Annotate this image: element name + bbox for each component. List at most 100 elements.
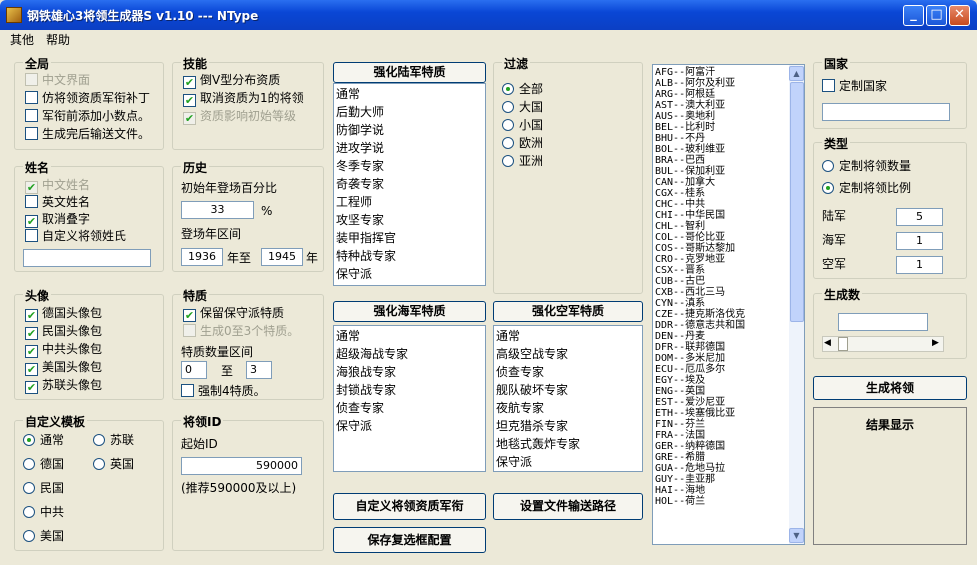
list-item[interactable]: 特种战专家 xyxy=(334,247,485,265)
list-item[interactable]: 保守派 xyxy=(494,453,642,471)
year-from-input[interactable]: 1936 xyxy=(181,248,223,266)
portrait-checkbox-2[interactable]: ✔ 中共头像包 xyxy=(25,342,102,358)
radio-dot[interactable] xyxy=(23,458,35,470)
radio-dot[interactable] xyxy=(822,182,834,194)
template-radio-r0[interactable]: 苏联 xyxy=(93,433,134,448)
year-to-input[interactable]: 1945 xyxy=(261,248,303,266)
skill-checkbox-1[interactable]: ✔ 取消资质为1的将领 xyxy=(183,91,304,107)
country-item[interactable]: CHL--智利 xyxy=(653,221,804,232)
filter-radio-3[interactable]: 欧洲 xyxy=(502,136,543,151)
navy-ratio-input[interactable]: 1 xyxy=(896,232,943,250)
template-radio-1[interactable]: 德国 xyxy=(23,457,64,472)
trait-min-input[interactable]: 0 xyxy=(181,361,207,379)
radio-dot[interactable] xyxy=(23,506,35,518)
radio-dot[interactable] xyxy=(822,160,834,172)
type-radio-1[interactable]: 定制将领比例 xyxy=(822,181,911,196)
list-item[interactable]: 攻坚专家 xyxy=(334,211,485,229)
name-checkbox-2[interactable]: ✔ 取消叠字 xyxy=(25,212,90,228)
list-item[interactable]: 侦查专家 xyxy=(494,363,642,381)
portrait-checkbox-4[interactable]: ✔ 苏联头像包 xyxy=(25,378,102,394)
country-item[interactable]: CGX--桂系 xyxy=(653,188,804,199)
checkbox-box[interactable]: ✔ xyxy=(25,381,38,394)
checkbox-box[interactable]: ✔ xyxy=(25,327,38,340)
list-item[interactable]: 工程师 xyxy=(334,193,485,211)
radio-dot[interactable] xyxy=(23,434,35,446)
country-item[interactable]: COS--哥斯达黎加 xyxy=(653,243,804,254)
list-item[interactable]: 保守派 xyxy=(334,417,485,435)
list-item[interactable]: 冬季专家 xyxy=(334,157,485,175)
menu-help[interactable]: 帮助 xyxy=(46,31,70,48)
type-radio-0[interactable]: 定制将领数量 xyxy=(822,159,911,174)
country-item[interactable]: CYN--滇系 xyxy=(653,298,804,309)
custom-surname-input[interactable] xyxy=(23,249,151,267)
country-item[interactable]: CUB--古巴 xyxy=(653,276,804,287)
list-item[interactable]: 通常 xyxy=(334,85,485,103)
checkbox-box[interactable] xyxy=(822,79,835,92)
country-item[interactable]: DFR--联邦德国 xyxy=(653,342,804,353)
trait-checkbox-0[interactable]: ✔ 保留保守派特质 xyxy=(183,306,284,322)
country-list[interactable]: AFG--阿富汗 ALB--阿尔及利亚 ARG--阿根廷 AST--澳大利亚 AUS--… xyxy=(652,64,805,545)
checkbox-box[interactable] xyxy=(25,73,38,86)
list-item[interactable]: 地毯式轰炸专家 xyxy=(494,435,642,453)
country-item[interactable]: GRE--希腊 xyxy=(653,452,804,463)
menu-other[interactable]: 其他 xyxy=(10,31,34,48)
skill-checkbox-2[interactable]: ✔ 资质影响初始等级 xyxy=(183,109,296,125)
maximize-button[interactable]: □ xyxy=(926,5,947,26)
country-item[interactable]: FIN--芬兰 xyxy=(653,419,804,430)
air-ratio-input[interactable]: 1 xyxy=(896,256,943,274)
country-item[interactable]: BEL--比利时 xyxy=(653,122,804,133)
country-item[interactable]: GUY--圭亚那 xyxy=(653,474,804,485)
country-item[interactable]: CSX--晋系 xyxy=(653,265,804,276)
country-item[interactable]: CHI--中华民国 xyxy=(653,210,804,221)
list-item[interactable]: 封锁战专家 xyxy=(334,381,485,399)
checkbox-box[interactable]: ✔ xyxy=(183,76,196,89)
list-item[interactable]: 保守派 xyxy=(334,265,485,283)
checkbox-box[interactable]: ✔ xyxy=(183,309,196,322)
list-item[interactable]: 高级空战专家 xyxy=(494,345,642,363)
country-item[interactable]: AUS--奥地利 xyxy=(653,111,804,122)
nation-input[interactable] xyxy=(822,103,950,121)
portrait-checkbox-0[interactable]: ✔ 德国头像包 xyxy=(25,306,102,322)
template-radio-0[interactable]: 通常 xyxy=(23,433,64,448)
radio-dot[interactable] xyxy=(502,119,514,131)
country-item[interactable]: DOM--多米尼加 xyxy=(653,353,804,364)
portrait-checkbox-3[interactable]: ✔ 美国头像包 xyxy=(25,360,102,376)
filter-radio-2[interactable]: 小国 xyxy=(502,118,543,133)
generate-button[interactable]: 生成将领 xyxy=(813,376,967,400)
start-id-input[interactable]: 590000 xyxy=(181,457,302,475)
country-item[interactable]: HOL--荷兰 xyxy=(653,496,804,507)
country-item[interactable]: ETH--埃塞俄比亚 xyxy=(653,408,804,419)
country-item[interactable]: AFG--阿富汗 xyxy=(653,67,804,78)
list-item[interactable]: 夜航专家 xyxy=(494,399,642,417)
list-item[interactable]: 海狼战专家 xyxy=(334,363,485,381)
country-item[interactable]: CHC--中共 xyxy=(653,199,804,210)
minimize-button[interactable]: _ xyxy=(903,5,924,26)
navy-traits-list[interactable]: 通常 超级海战专家 海狼战专家 封锁战专家 侦查专家 保守派 xyxy=(333,325,486,472)
name-checkbox-3[interactable]: 自定义将领姓氏 xyxy=(25,229,126,244)
template-radio-3[interactable]: 中共 xyxy=(23,505,64,520)
country-item[interactable]: DDR--德意志共和国 xyxy=(653,320,804,331)
army-ratio-input[interactable]: 5 xyxy=(896,208,943,226)
template-radio-4[interactable]: 美国 xyxy=(23,529,64,544)
country-item[interactable]: GUA--危地马拉 xyxy=(653,463,804,474)
checkbox-box[interactable] xyxy=(25,109,38,122)
radio-dot[interactable] xyxy=(502,155,514,167)
radio-dot[interactable] xyxy=(23,482,35,494)
custom-rank-button[interactable]: 自定义将领资质军衔 xyxy=(333,493,486,520)
country-item[interactable]: CZE--捷克斯洛伐克 xyxy=(653,309,804,320)
force-four-traits-checkbox[interactable]: 强制4特质。 xyxy=(181,384,266,399)
checkbox-box[interactable] xyxy=(25,229,38,242)
checkbox-box[interactable]: ✔ xyxy=(25,309,38,322)
country-item[interactable]: FRA--法国 xyxy=(653,430,804,441)
checkbox-box[interactable]: ✔ xyxy=(25,345,38,358)
checkbox-box[interactable]: ✔ xyxy=(25,215,38,228)
list-item[interactable]: 通常 xyxy=(334,327,485,345)
slider-left-arrow[interactable]: ◀ xyxy=(824,338,831,348)
scroll-thumb[interactable] xyxy=(790,82,804,322)
country-item[interactable]: CRO--克罗地亚 xyxy=(653,254,804,265)
radio-dot[interactable] xyxy=(502,83,514,95)
country-item[interactable]: ENG--英国 xyxy=(653,386,804,397)
filter-radio-1[interactable]: 大国 xyxy=(502,100,543,115)
country-item[interactable]: BRA--巴西 xyxy=(653,155,804,166)
radio-dot[interactable] xyxy=(23,530,35,542)
